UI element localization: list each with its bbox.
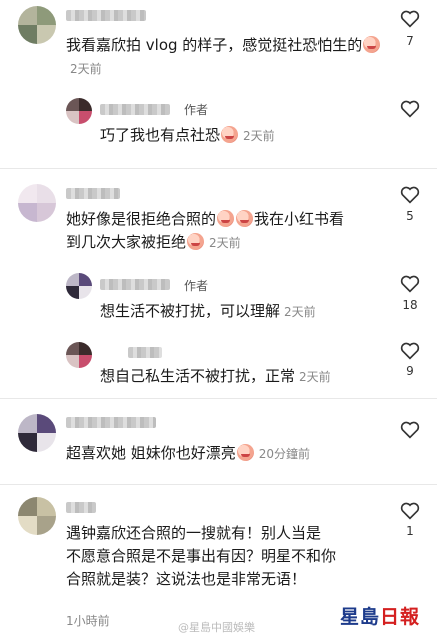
like-button[interactable] bbox=[398, 275, 422, 293]
avatar[interactable] bbox=[18, 414, 56, 452]
comment-text: 想生活不被打扰，可以理解 2天前 bbox=[100, 302, 316, 320]
emoji-icon bbox=[363, 36, 381, 53]
avatar[interactable] bbox=[18, 6, 56, 44]
comment-time: 2天前 bbox=[299, 370, 331, 384]
like-count: 18 bbox=[402, 298, 418, 312]
emoji-icon bbox=[217, 210, 235, 227]
avatar[interactable] bbox=[66, 98, 92, 124]
comment-text: 巧了我也有点社恐 2天前 bbox=[100, 126, 275, 144]
comment-text: 我看嘉欣拍 vlog 的样子，感觉挺社恐怕生的2天前 bbox=[66, 34, 386, 81]
heart-icon bbox=[400, 10, 420, 28]
like-button[interactable] bbox=[398, 421, 422, 439]
emoji-icon bbox=[236, 210, 254, 227]
comment-time: 20分鐘前 bbox=[258, 447, 311, 461]
blurred-username bbox=[128, 347, 162, 358]
comment-time: 2天前 bbox=[284, 305, 316, 319]
heart-icon bbox=[400, 342, 420, 360]
comment-text: 想自己私生活不被打扰，正常 2天前 bbox=[100, 367, 331, 385]
author-tag: 作者 bbox=[184, 279, 209, 293]
like-count: 5 bbox=[406, 209, 414, 223]
comment-time: 2天前 bbox=[70, 62, 102, 76]
like-button[interactable] bbox=[398, 502, 422, 520]
comment-text: 她好像是很拒绝合照的 我在小红书看 到几次大家被拒绝 2天前 bbox=[66, 210, 345, 251]
blurred-username bbox=[100, 104, 170, 115]
brand-logo: 星島日報 bbox=[340, 606, 421, 628]
heart-icon bbox=[400, 186, 420, 204]
author-tag: 作者 bbox=[184, 103, 209, 117]
comment-time: 2天前 bbox=[243, 129, 275, 143]
comment-text: 遇钟嘉欣还合照的一搜就有！别人当是 不愿意合照是不是事出有因？明星不和你 合照就… bbox=[66, 524, 337, 588]
emoji-icon bbox=[187, 233, 205, 250]
comment-text: 超喜欢她 姐妹你也好漂亮 20分鐘前 bbox=[66, 444, 311, 462]
emoji-icon bbox=[221, 126, 239, 143]
blurred-username bbox=[66, 502, 96, 513]
like-button[interactable] bbox=[398, 342, 422, 360]
heart-icon bbox=[400, 421, 420, 439]
comment-time: 1小時前 bbox=[66, 614, 110, 628]
like-button[interactable] bbox=[398, 100, 422, 118]
blurred-username bbox=[100, 279, 170, 290]
like-count: 7 bbox=[406, 34, 414, 48]
avatar[interactable] bbox=[18, 497, 56, 535]
divider bbox=[0, 398, 437, 399]
avatar[interactable] bbox=[18, 184, 56, 222]
heart-icon bbox=[400, 275, 420, 293]
divider bbox=[0, 168, 437, 169]
like-count: 1 bbox=[406, 524, 414, 538]
avatar[interactable] bbox=[66, 273, 92, 299]
heart-icon bbox=[400, 502, 420, 520]
watermark-text: @星島中國娛樂 bbox=[178, 621, 255, 634]
heart-icon bbox=[400, 100, 420, 118]
divider bbox=[0, 484, 437, 485]
like-count: 9 bbox=[406, 364, 414, 378]
like-button[interactable] bbox=[398, 10, 422, 28]
emoji-icon bbox=[236, 444, 254, 461]
comment-time: 2天前 bbox=[209, 236, 241, 250]
blurred-username bbox=[66, 188, 120, 199]
like-button[interactable] bbox=[398, 186, 422, 204]
blurred-username bbox=[66, 417, 156, 428]
avatar[interactable] bbox=[66, 342, 92, 368]
blurred-username bbox=[66, 10, 146, 21]
